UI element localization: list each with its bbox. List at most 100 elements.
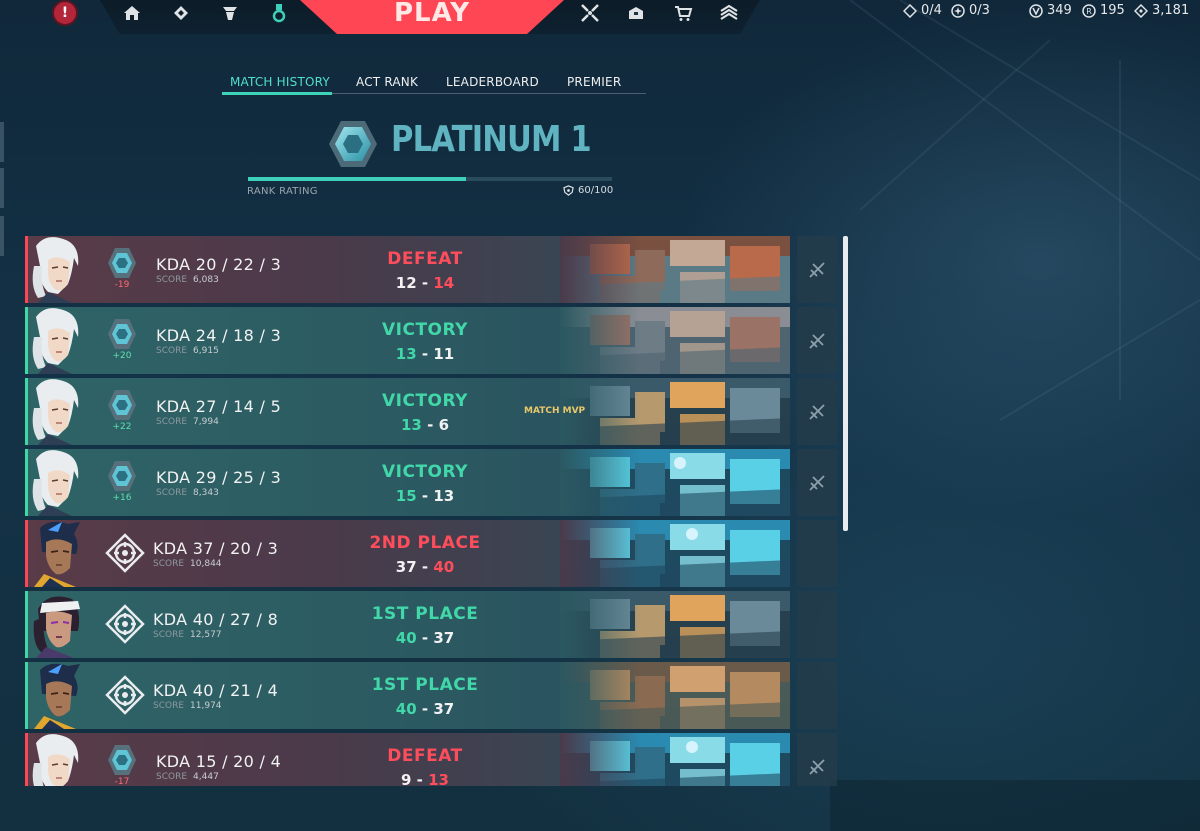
score-value: 6,083 — [193, 275, 219, 285]
match-row-body[interactable]: KDA 40 / 27 / 8 SCORE 12,577 1ST PLACE 40… — [25, 591, 790, 658]
career-icon[interactable] — [267, 2, 291, 24]
match-row[interactable]: KDA 40 / 27 / 8 SCORE 12,577 1ST PLACE 40… — [25, 591, 837, 658]
alert-icon[interactable]: ! — [52, 0, 78, 26]
map-fade — [560, 449, 640, 516]
radianite-value: 195 — [1100, 3, 1125, 18]
kda-text: KDA 27 / 14 / 5 — [156, 397, 282, 416]
tab-match-history[interactable]: MATCH HISTORY — [230, 75, 330, 89]
match-row[interactable]: +16 KDA 29 / 25 / 3 SCORE 8,343 VICTORY 1… — [25, 449, 837, 516]
match-replay-button[interactable] — [797, 733, 837, 786]
enemy-score: 13 — [433, 487, 455, 505]
scrollbar[interactable] — [843, 236, 848, 531]
match-row[interactable]: -17 KDA 15 / 20 / 4 SCORE 4,447 DEFEAT 9 … — [25, 733, 837, 786]
radianite-status[interactable]: R 195 — [1082, 3, 1125, 18]
active-tab-indicator — [222, 92, 332, 95]
jett-portrait-icon — [32, 450, 79, 516]
crosshair-icon[interactable] — [578, 2, 602, 24]
score-value: 4,447 — [193, 772, 219, 782]
match-row[interactable]: +20 KDA 24 / 18 / 3 SCORE 6,915 VICTORY 1… — [25, 307, 837, 374]
rank-rating-fill — [248, 177, 467, 181]
agent-portrait — [28, 307, 88, 374]
match-row[interactable]: +22 KDA 27 / 14 / 5 SCORE 7,994 VICTORY 1… — [25, 378, 837, 445]
play-button[interactable]: PLAY — [300, 0, 564, 34]
home-icon[interactable] — [120, 2, 144, 24]
score-separator: - — [421, 345, 434, 363]
kda-text: KDA 40 / 27 / 8 — [153, 610, 279, 629]
agent-portrait — [28, 733, 88, 786]
map-fade — [560, 520, 640, 587]
match-row[interactable]: KDA 40 / 21 / 4 SCORE 11,974 1ST PLACE 40… — [25, 662, 837, 729]
store-icon[interactable] — [671, 2, 695, 24]
kingdom-status[interactable]: 3,181 — [1134, 3, 1189, 18]
share-icon — [809, 758, 825, 775]
kda-text: KDA 15 / 20 / 4 — [156, 752, 282, 771]
battlepass-icon[interactable] — [169, 2, 193, 24]
share-icon — [809, 261, 825, 278]
vp-icon — [1029, 3, 1043, 18]
match-score: 13 - 11 — [325, 345, 525, 363]
map-fade — [560, 591, 640, 658]
tab-leaderboard[interactable]: LEADERBOARD — [446, 75, 539, 89]
rr-change: -17 — [114, 777, 130, 786]
agent-portrait — [28, 236, 88, 303]
tab-act-rank[interactable]: ACT RANK — [356, 75, 418, 89]
score-value: 6,915 — [193, 346, 219, 356]
match-row-body[interactable]: KDA 40 / 21 / 4 SCORE 11,974 1ST PLACE 40… — [25, 662, 790, 729]
team-score: 13 — [395, 345, 417, 363]
score-value: 11,974 — [190, 701, 222, 711]
agent-portrait — [28, 520, 88, 587]
rr-change: +22 — [112, 422, 132, 432]
agent-portrait — [28, 449, 88, 516]
svg-text:R: R — [1086, 7, 1092, 16]
agents-icon[interactable] — [218, 2, 242, 24]
platinum-tier-icon — [108, 319, 136, 349]
match-row-body[interactable]: -19 KDA 20 / 22 / 3 SCORE 6,083 DEFEAT 12… — [25, 236, 790, 303]
match-row[interactable]: -19 KDA 20 / 22 / 3 SCORE 6,083 DEFEAT 12… — [25, 236, 837, 303]
rr-change: -19 — [114, 280, 130, 290]
team-score: 15 — [395, 487, 417, 505]
neon-portrait-icon — [34, 521, 80, 587]
score-text: SCORE 8,343 — [156, 488, 219, 498]
enemy-score: 6 — [438, 416, 449, 434]
match-score: 40 - 37 — [325, 629, 525, 647]
kda-text: KDA 20 / 22 / 3 — [156, 255, 282, 274]
match-replay-button[interactable] — [797, 449, 837, 516]
map-fade — [560, 662, 640, 729]
match-result: DEFEAT — [387, 746, 463, 766]
share-icon — [809, 332, 825, 349]
left-edge-tab[interactable] — [0, 216, 4, 256]
rank-rating-bar — [248, 177, 612, 181]
score-value: 7,994 — [193, 417, 219, 427]
match-row-body[interactable]: +16 KDA 29 / 25 / 3 SCORE 8,343 VICTORY 1… — [25, 449, 790, 516]
match-score: 12 - 14 — [325, 274, 525, 292]
match-row-body[interactable]: +20 KDA 24 / 18 / 3 SCORE 6,915 VICTORY 1… — [25, 307, 790, 374]
match-result: 2ND PLACE — [369, 533, 481, 553]
team-score: 13 — [401, 416, 422, 434]
match-row[interactable]: KDA 37 / 20 / 3 SCORE 10,844 2ND PLACE 37… — [25, 520, 837, 587]
score-value: 10,844 — [190, 559, 222, 569]
match-side-panel — [797, 662, 837, 729]
match-mvp-badge: MATCH MVP — [524, 406, 586, 416]
share-icon — [809, 403, 825, 420]
match-row-body[interactable]: KDA 37 / 20 / 3 SCORE 10,844 2ND PLACE 37… — [25, 520, 790, 587]
valorant-points-status[interactable]: 349 — [1029, 3, 1072, 18]
match-replay-button[interactable] — [797, 236, 837, 303]
match-row-body[interactable]: +22 KDA 27 / 14 / 5 SCORE 7,994 VICTORY 1… — [25, 378, 790, 445]
rank-title: PLATINUM 1 — [391, 119, 592, 160]
platinum-tier-icon — [108, 390, 136, 420]
match-replay-button[interactable] — [797, 378, 837, 445]
collection-icon[interactable] — [624, 2, 648, 24]
match-row-body[interactable]: -17 KDA 15 / 20 / 4 SCORE 4,447 DEFEAT 9 … — [25, 733, 790, 786]
platinum-tier-icon — [108, 461, 136, 491]
left-edge-tab[interactable] — [0, 168, 4, 208]
career-tabs: MATCH HISTORY ACT RANK LEADERBOARD PREMI… — [222, 72, 646, 95]
left-edge-tab[interactable] — [0, 122, 4, 162]
score-label: SCORE — [156, 346, 188, 356]
radianite-point-icon — [951, 3, 965, 18]
deathmatch-mode-icon — [105, 675, 145, 715]
match-replay-button[interactable] — [797, 307, 837, 374]
rank-icon[interactable] — [717, 2, 741, 24]
team-score: 40 — [395, 629, 417, 647]
kingdom-credits-status: 0/4 — [903, 3, 942, 18]
tab-premier[interactable]: PREMIER — [567, 75, 621, 89]
